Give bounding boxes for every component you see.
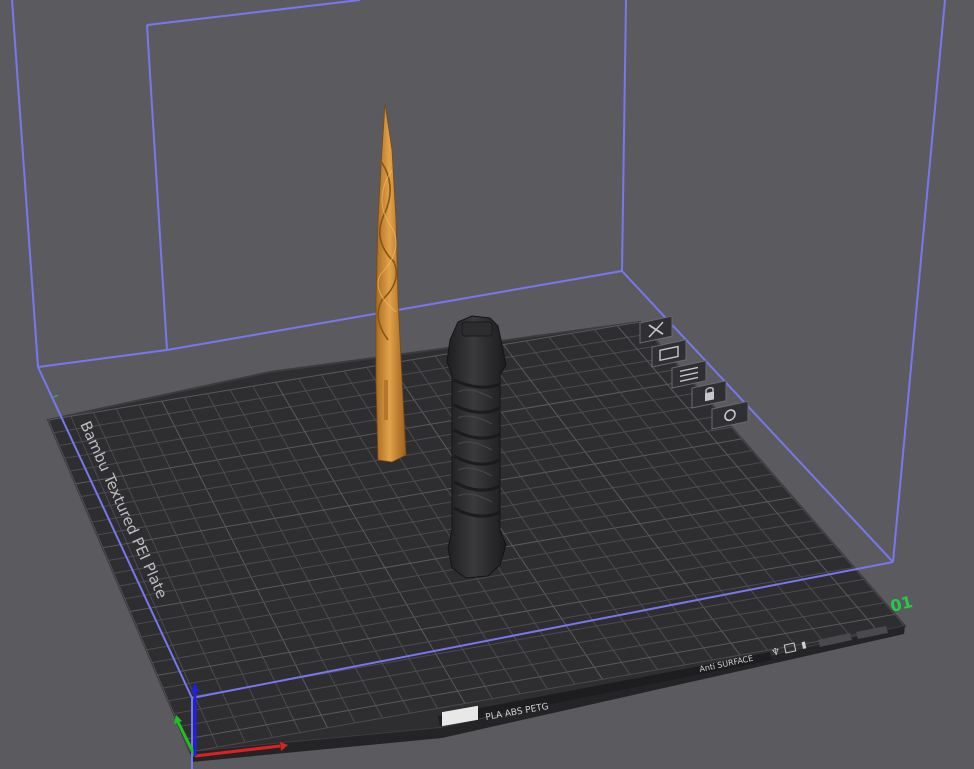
scene-canvas[interactable]: Bambu Textured PEI Plate PLA ABS PETG An…	[0, 0, 974, 769]
3d-viewport[interactable]: Bambu Textured PEI Plate PLA ABS PETG An…	[0, 0, 974, 769]
model-spiral-handle[interactable]	[446, 315, 507, 579]
plate-settings-button[interactable]	[711, 400, 749, 430]
model-twisted-spike[interactable]	[375, 103, 407, 463]
close-plate-button[interactable]	[639, 315, 673, 344]
plate-number: 01	[888, 592, 914, 616]
lock-plate-button[interactable]	[691, 380, 727, 409]
